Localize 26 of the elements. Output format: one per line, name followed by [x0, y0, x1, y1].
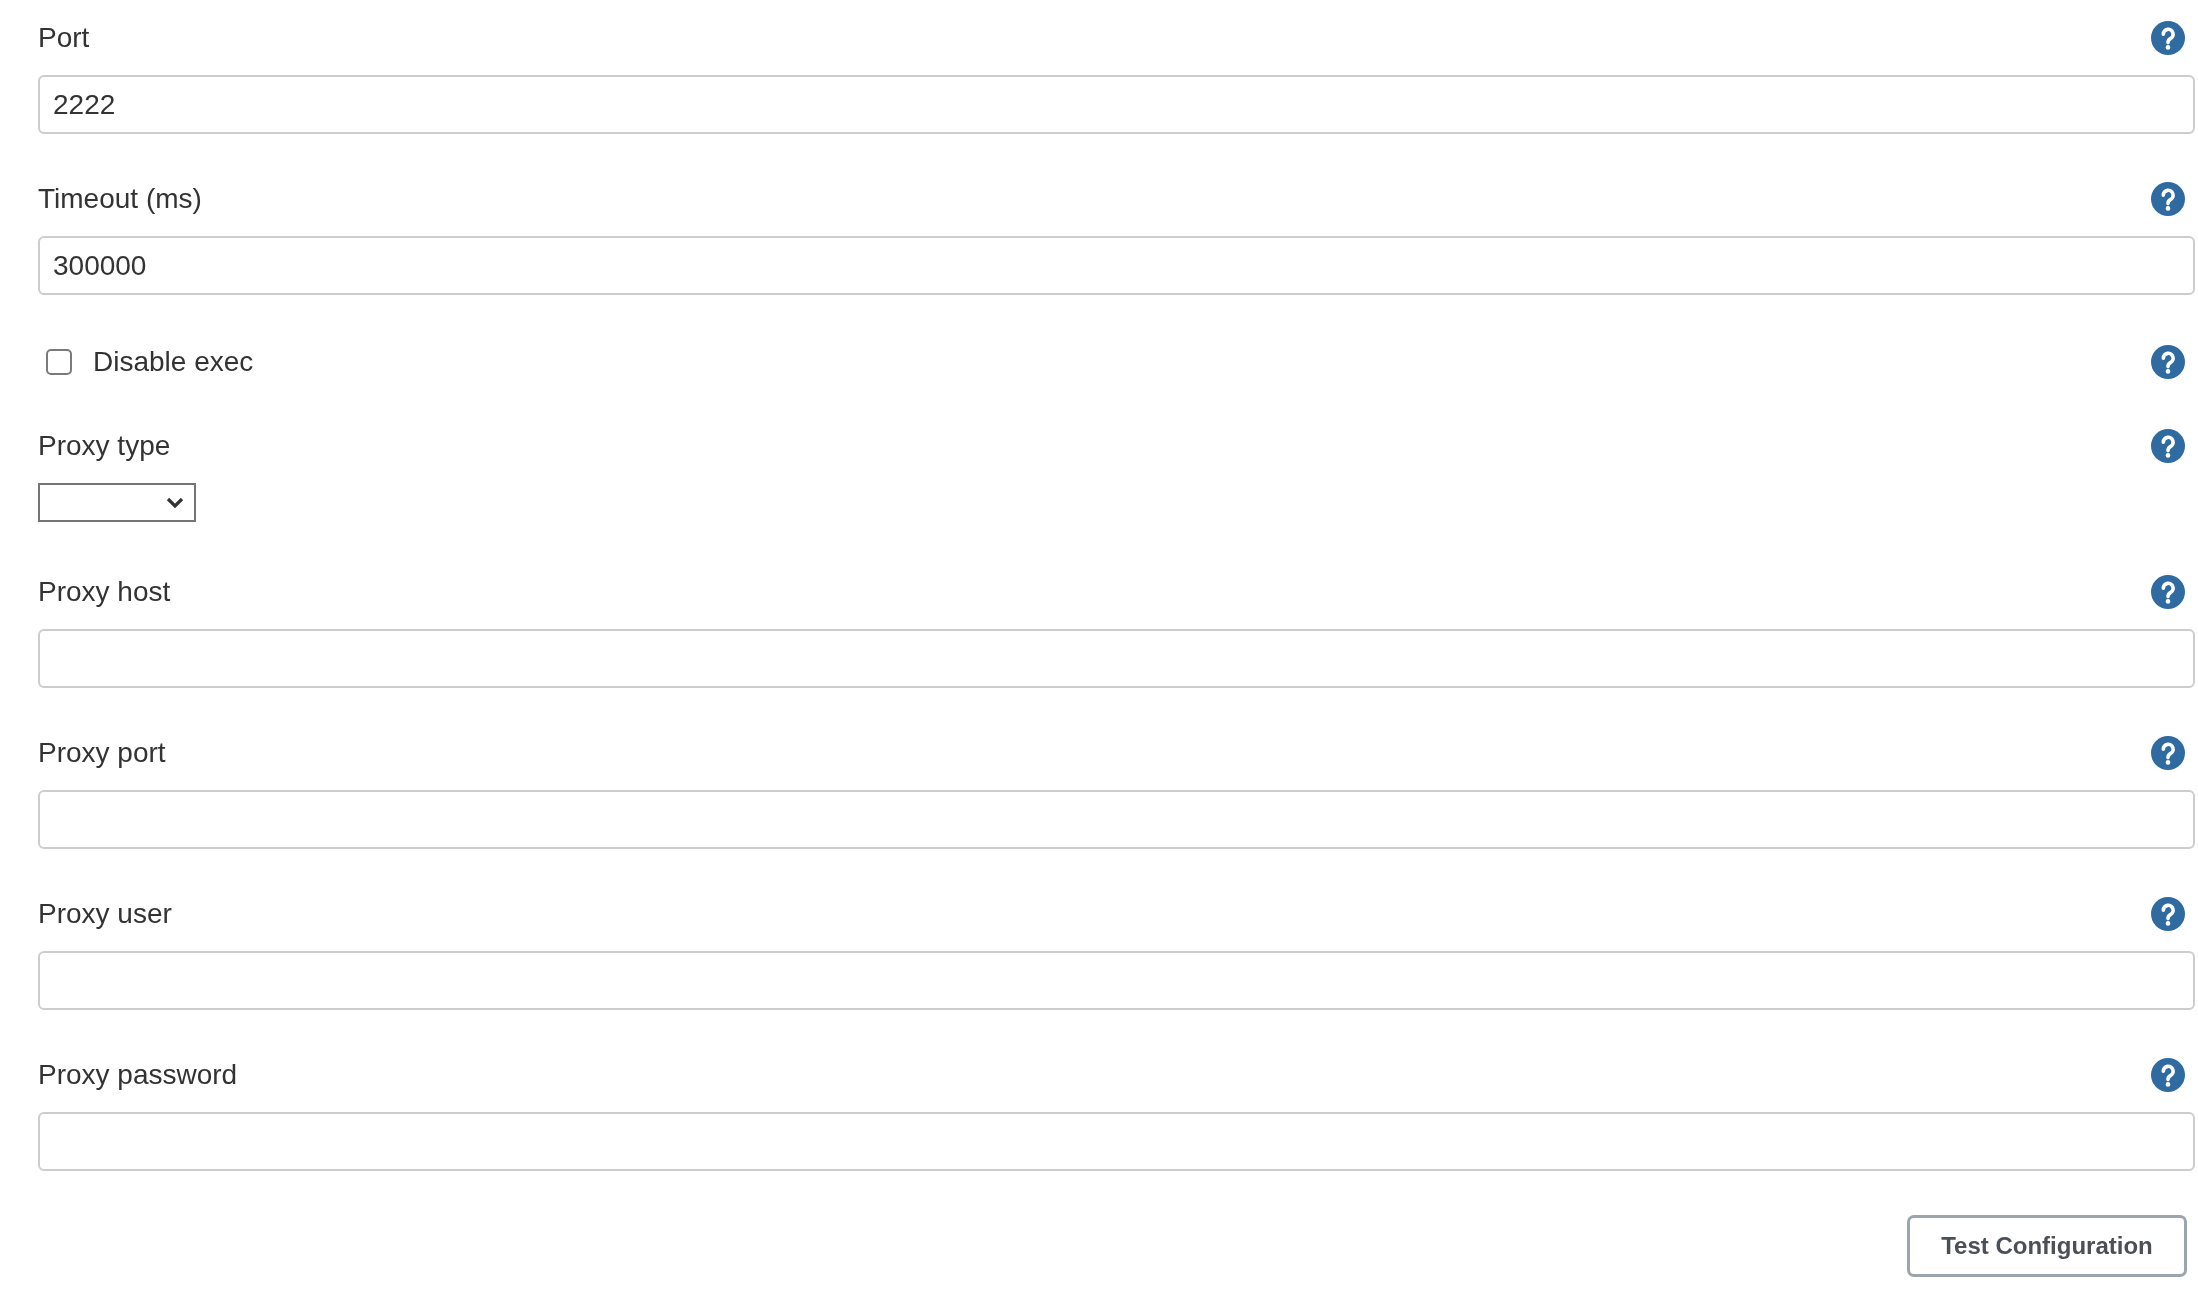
- input-field[interactable]: 300000: [38, 236, 2195, 295]
- help-icon[interactable]: [2151, 429, 2185, 463]
- checkbox-label[interactable]: Disable exec: [93, 345, 254, 379]
- input-field[interactable]: [38, 951, 2195, 1010]
- checkbox[interactable]: [46, 349, 72, 375]
- help-icon[interactable]: [2151, 21, 2185, 55]
- input-field[interactable]: [38, 629, 2195, 688]
- help-icon[interactable]: [2151, 736, 2185, 770]
- input-field[interactable]: 2222: [38, 75, 2195, 134]
- field-label: Proxy user: [38, 897, 172, 931]
- help-icon[interactable]: [2151, 182, 2185, 216]
- input-field[interactable]: [38, 790, 2195, 849]
- help-icon[interactable]: [2151, 1058, 2185, 1092]
- field-label: Proxy host: [38, 575, 171, 609]
- field-label: Proxy type: [38, 429, 171, 463]
- input-field[interactable]: [38, 1112, 2195, 1171]
- field-label: Proxy password: [38, 1058, 238, 1092]
- field-label: Proxy port: [38, 736, 166, 770]
- test-configuration-button[interactable]: Test Configuration: [1907, 1215, 2187, 1277]
- dropdown[interactable]: [38, 483, 196, 522]
- field-label: Timeout (ms): [38, 182, 202, 216]
- help-icon[interactable]: [2151, 575, 2185, 609]
- help-icon[interactable]: [2151, 897, 2185, 931]
- help-icon[interactable]: [2151, 345, 2185, 379]
- field-label: Port: [38, 21, 90, 55]
- chevron-icon: [166, 496, 184, 509]
